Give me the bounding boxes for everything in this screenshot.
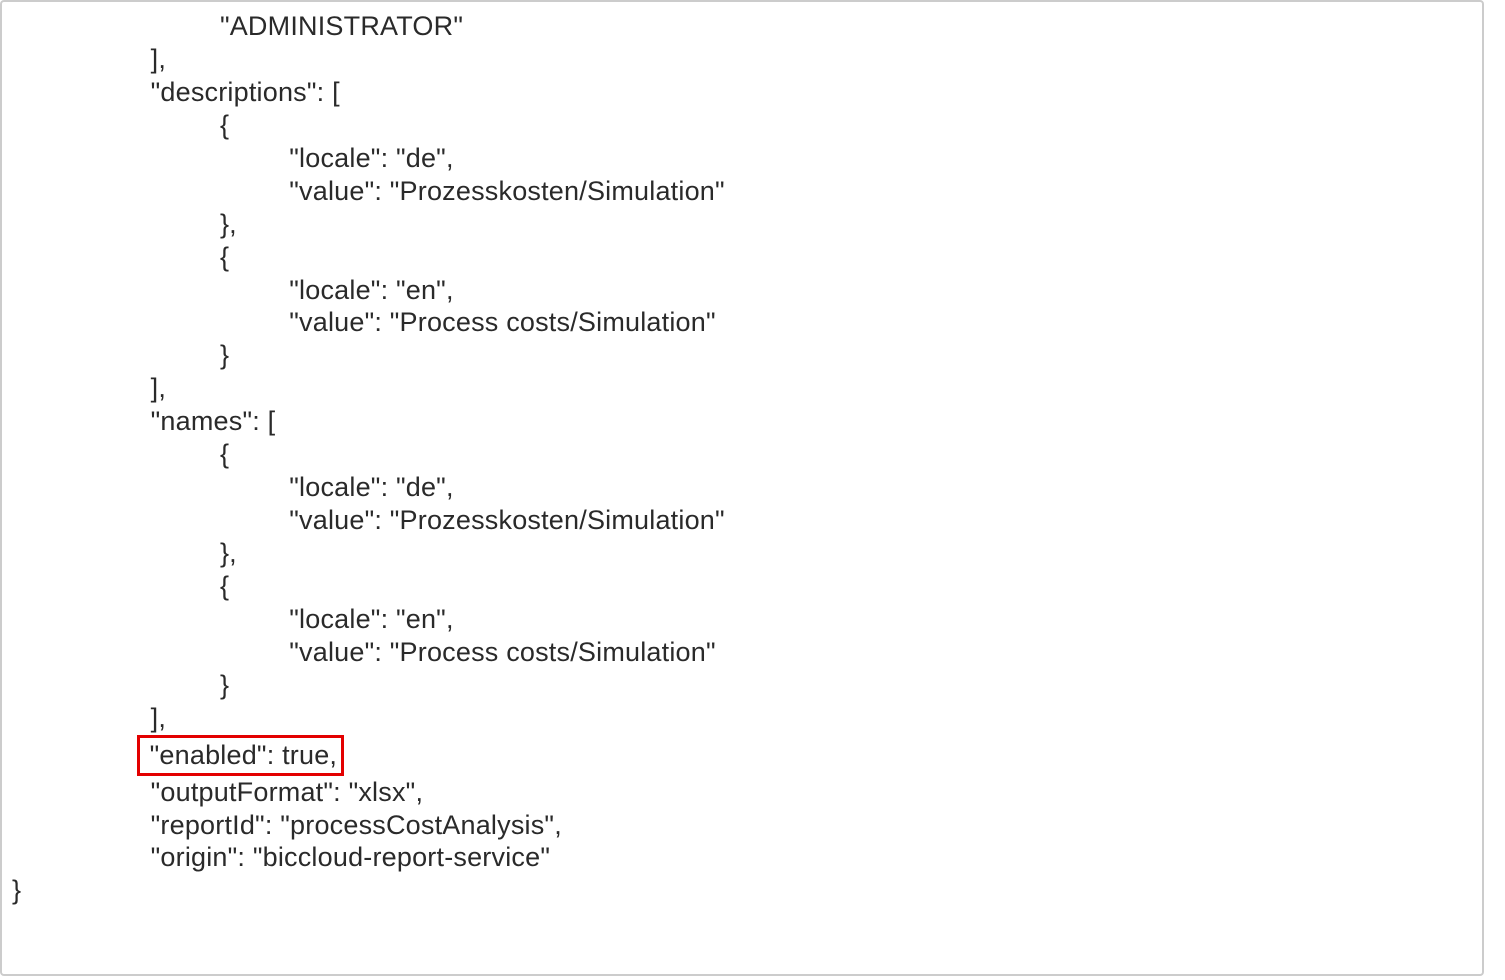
code-line: "reportId": "processCostAnalysis", [12,809,1472,842]
code-line: "descriptions": [ [12,76,1472,109]
code-line: } [12,669,1472,702]
code-line: { [12,241,1472,274]
code-line: { [12,109,1472,142]
code-line: }, [12,537,1472,570]
code-line: ], [12,43,1472,76]
code-line: "ADMINISTRATOR" [12,10,1472,43]
code-line: } [12,874,1472,907]
code-line: }, [12,208,1472,241]
code-line: "value": "Prozesskosten/Simulation" [12,175,1472,208]
code-line: "locale": "en", [12,603,1472,636]
code-content: "ADMINISTRATOR" ], "descriptions": [ { "… [2,2,1482,915]
code-line: "origin": "biccloud-report-service" [12,841,1472,874]
code-line: ], [12,702,1472,735]
code-line: "enabled": true, [12,735,1472,776]
code-line: "locale": "de", [12,471,1472,504]
code-line: "value": "Process costs/Simulation" [12,306,1472,339]
code-line: "outputFormat": "xlsx", [12,776,1472,809]
code-line: ], [12,372,1472,405]
code-line: { [12,570,1472,603]
code-panel: "ADMINISTRATOR" ], "descriptions": [ { "… [0,0,1484,976]
code-line: "value": "Process costs/Simulation" [12,636,1472,669]
code-line: { [12,438,1472,471]
code-line: "locale": "en", [12,274,1472,307]
code-line: } [12,339,1472,372]
code-line: "locale": "de", [12,142,1472,175]
code-line: "value": "Prozesskosten/Simulation" [12,504,1472,537]
code-line: "names": [ [12,405,1472,438]
highlighted-line: "enabled": true, [137,735,344,776]
